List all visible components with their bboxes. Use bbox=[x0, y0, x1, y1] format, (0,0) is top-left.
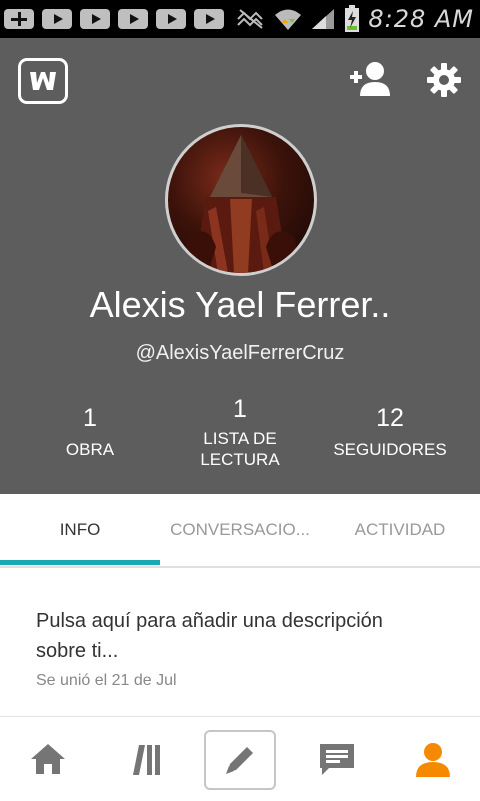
profile-name: Alexis Yael Ferrer.. bbox=[89, 284, 391, 325]
system-icons: 8:28 AM bbox=[236, 0, 474, 38]
battery-charging-icon bbox=[345, 5, 360, 32]
stat-reading-lists-value: 1 bbox=[233, 395, 247, 423]
description-line-1: Pulsa aquí para añadir una descripción bbox=[36, 610, 383, 632]
active-tab-indicator bbox=[0, 560, 160, 565]
youtube-icon bbox=[156, 9, 186, 29]
nav-write[interactable] bbox=[204, 730, 276, 790]
tab-conversations[interactable]: CONVERSACIO... bbox=[160, 494, 320, 566]
library-icon bbox=[133, 745, 160, 775]
nav-home[interactable] bbox=[13, 731, 83, 787]
stat-followers-label: SEGUIDORES bbox=[333, 440, 447, 459]
nav-profile[interactable] bbox=[398, 731, 468, 787]
tab-activity[interactable]: ACTIVIDAD bbox=[320, 494, 480, 566]
home-icon bbox=[31, 744, 65, 774]
profile-tabs: INFO CONVERSACIO... ACTIVIDAD bbox=[0, 494, 480, 568]
description-line-2: sobre ti... bbox=[36, 640, 119, 662]
wattpad-w-icon bbox=[30, 72, 56, 90]
add-friend-icon[interactable] bbox=[348, 60, 392, 98]
avatar[interactable] bbox=[165, 124, 317, 276]
write-icon bbox=[226, 747, 253, 774]
wifi-icon bbox=[275, 9, 302, 30]
settings-gear-icon[interactable] bbox=[426, 62, 462, 98]
joined-date: Se unió el 21 de Jul bbox=[36, 672, 177, 689]
status-bar: 8:28 AM bbox=[0, 0, 480, 38]
profile-username: @AlexisYaelFerrerCruz bbox=[135, 342, 345, 364]
youtube-icon bbox=[118, 9, 148, 29]
add-icon bbox=[4, 9, 34, 29]
stat-works[interactable]: 1 OBRA bbox=[40, 404, 140, 460]
stat-reading-lists-label-line1: LISTA DE bbox=[203, 429, 277, 448]
about-section: Pulsa aquí para añadir una descripción s… bbox=[0, 570, 480, 715]
no-signal-icon bbox=[237, 9, 264, 29]
profile-header: Alexis Yael Ferrer.. @AlexisYaelFerrerCr… bbox=[0, 38, 480, 494]
stat-followers[interactable]: 12 SEGUIDORES bbox=[330, 404, 450, 460]
avatar-image bbox=[178, 135, 304, 273]
youtube-icon bbox=[42, 9, 72, 29]
profile-icon bbox=[416, 743, 450, 777]
nav-library[interactable] bbox=[110, 731, 180, 787]
stat-reading-lists[interactable]: 1 LISTA DE LECTURA bbox=[180, 395, 300, 470]
clock: 8:28 AM bbox=[368, 5, 474, 33]
cell-signal-icon bbox=[312, 9, 335, 29]
stat-reading-lists-label-line2: LECTURA bbox=[200, 450, 280, 469]
stat-followers-value: 12 bbox=[376, 404, 404, 432]
bottom-navigation bbox=[0, 716, 480, 801]
add-description-prompt[interactable]: Pulsa aquí para añadir una descripción s… bbox=[36, 606, 436, 666]
youtube-icon bbox=[194, 9, 224, 29]
messages-icon bbox=[320, 744, 354, 775]
stat-works-label: OBRA bbox=[65, 440, 115, 459]
wattpad-logo[interactable] bbox=[18, 58, 68, 104]
tab-info[interactable]: INFO bbox=[0, 494, 160, 566]
youtube-icon bbox=[80, 9, 110, 29]
stat-works-value: 1 bbox=[83, 404, 97, 432]
notification-icons bbox=[0, 9, 224, 29]
nav-messages[interactable] bbox=[302, 731, 372, 787]
